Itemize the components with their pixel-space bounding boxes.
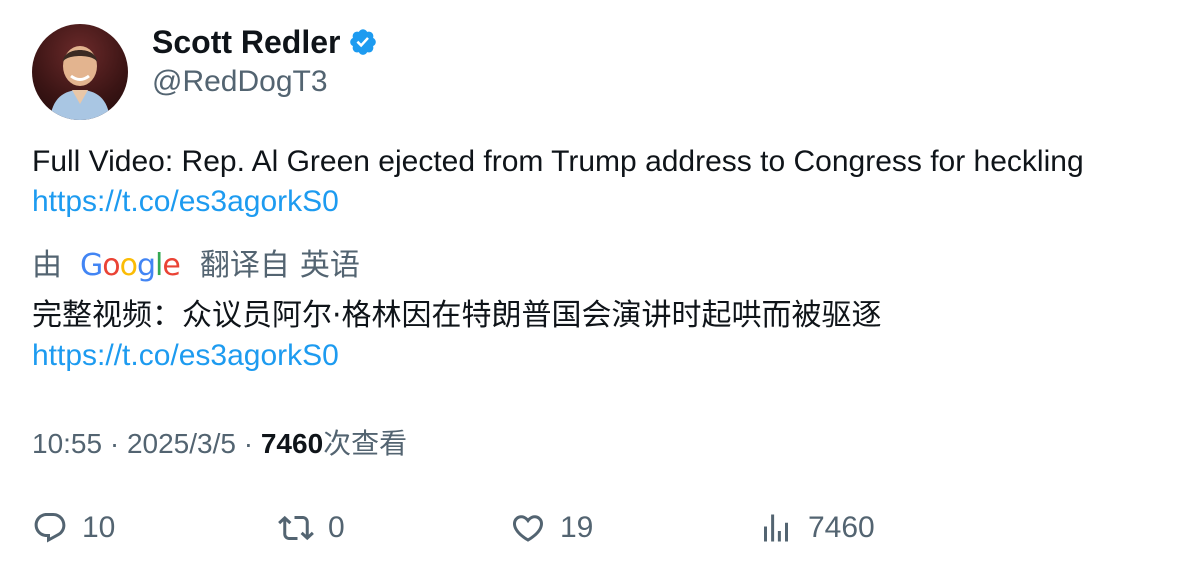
tweet-time[interactable]: 10:55 [32, 428, 102, 459]
tweet-text: Full Video: Rep. Al Green ejected from T… [32, 142, 1172, 222]
translation-label-2: 英语 [299, 249, 360, 282]
reply-icon [34, 513, 66, 543]
retweet-icon [278, 515, 314, 541]
views-action-count: 7460 [808, 511, 875, 544]
tweet-body: Full Video: Rep. Al Green ejected from T… [32, 145, 1084, 178]
tweet-date[interactable]: 2025/3/5 [127, 428, 236, 459]
analytics-icon [764, 514, 788, 542]
retweet-count: 0 [328, 511, 345, 544]
author-display-name[interactable]: Scott Redler [152, 22, 340, 62]
like-count: 19 [560, 511, 594, 544]
meta-separator: · [109, 428, 120, 459]
reply-count: 10 [82, 511, 116, 544]
meta-separator: · [243, 428, 254, 459]
reply-button[interactable]: 10 [32, 510, 115, 546]
avatar[interactable] [32, 24, 128, 120]
verified-badge-icon [350, 29, 377, 55]
views-count: 7460 [260, 428, 324, 459]
translation-label-1: 翻译自 [199, 249, 290, 282]
action-bar: 10 0 19 7460 [32, 510, 1162, 554]
translated-text: 完整视频：众议员阿尔·格林因在特朗普国会演讲时起哄而被驱逐 https://t.… [32, 296, 1172, 376]
tweet-link[interactable]: https://t.co/es3agorkS0 [32, 182, 1172, 222]
tweet-meta: 10:55 · 2025/3/5 · 7460次查看 [32, 424, 407, 464]
translation-attribution: 由 Google 翻译自 英语 [32, 246, 360, 286]
like-button[interactable]: 19 [510, 510, 593, 546]
translated-link[interactable]: https://t.co/es3agorkS0 [32, 336, 1172, 376]
views-label: 次查看 [323, 428, 408, 459]
author-handle[interactable]: @RedDogT3 [152, 63, 328, 101]
retweet-button[interactable]: 0 [278, 510, 345, 546]
google-logo: Google [80, 248, 181, 283]
translation-source-label[interactable]: 翻译自 英语 [200, 246, 360, 286]
views-button[interactable]: 7460 [758, 510, 875, 546]
heart-icon [512, 515, 544, 542]
translated-body: 完整视频：众议员阿尔·格林因在特朗普国会演讲时起哄而被驱逐 [32, 298, 882, 333]
author-name-row: Scott Redler [152, 22, 378, 62]
translation-prefix: 由 [32, 249, 62, 282]
